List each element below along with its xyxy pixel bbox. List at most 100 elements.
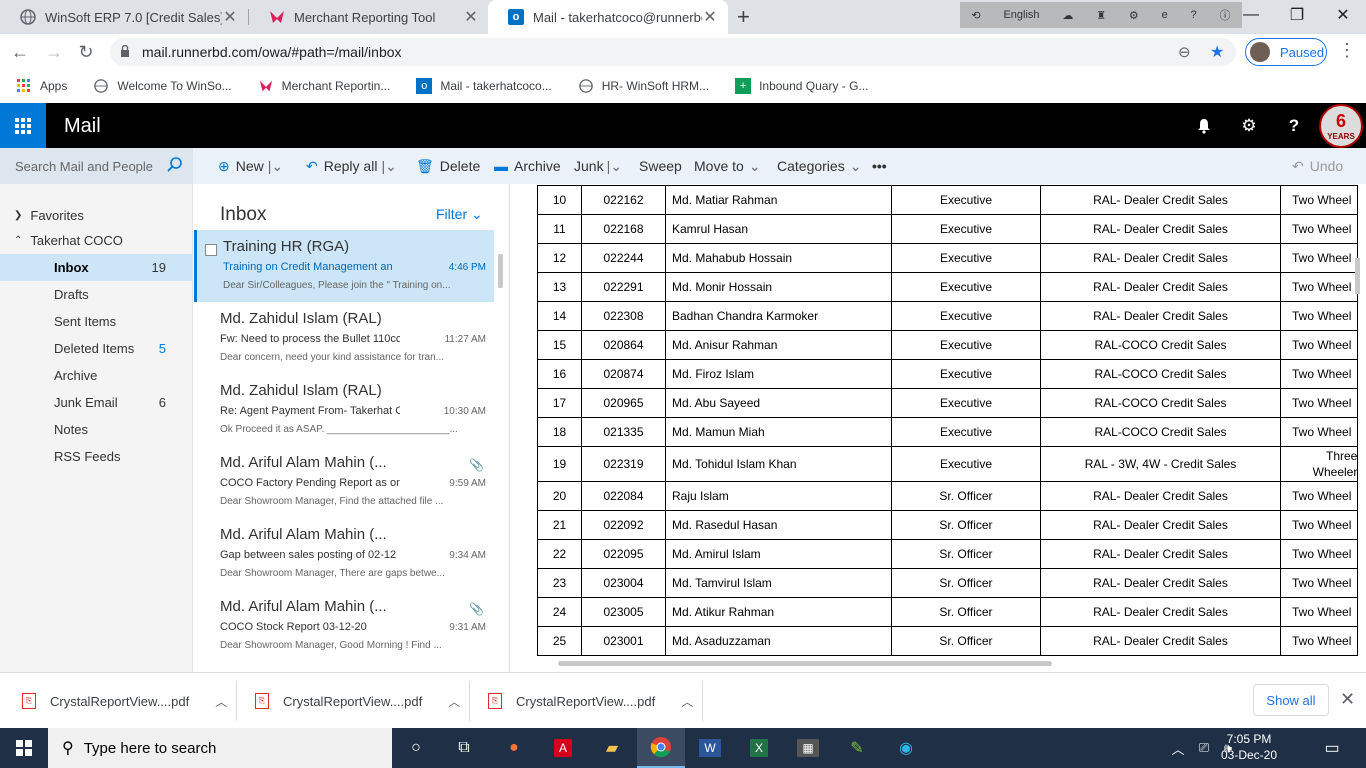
app-launcher-icon[interactable] — [0, 103, 46, 148]
chevron-up-icon[interactable]: ︿ — [215, 693, 227, 710]
url-text[interactable]: mail.runnerbd.com/owa/#path=/mail/inbox — [142, 44, 402, 60]
message-item[interactable]: Md. Ariful Alam Mahin (... 📎 COCO Stock … — [194, 590, 494, 662]
list-scrollbar[interactable] — [498, 254, 503, 288]
address-bar[interactable]: mail.runnerbd.com/owa/#path=/mail/inbox … — [110, 38, 1236, 66]
chevron-up-icon[interactable]: ︿ — [448, 693, 460, 710]
reply-all-button[interactable]: ↶ Reply all |⌄ — [306, 148, 397, 184]
taskbar-search-input[interactable]: Type here to search — [84, 740, 217, 757]
folder-deleted-items[interactable]: Deleted Items 5 — [0, 335, 192, 362]
download-item[interactable]: ⎘ CrystalReportView....pdf ︿ — [255, 687, 460, 715]
settings-gear-icon[interactable]: ⚙ — [1236, 113, 1262, 139]
minimize-window-button[interactable]: — — [1228, 0, 1274, 30]
message-item[interactable]: Md. Zahidul Islam (RAL) Fw: Need to proc… — [194, 302, 494, 374]
folder-junk-email[interactable]: Junk Email 6 — [0, 389, 192, 416]
horizontal-scrollbar[interactable] — [558, 661, 1052, 666]
account-header[interactable]: ⌃ Takerhat COCO — [0, 227, 192, 254]
excel-icon[interactable]: X — [735, 728, 783, 768]
task-view-icon[interactable]: ⧉ — [440, 728, 488, 768]
back-arrow-icon[interactable]: ← — [8, 40, 32, 64]
edge-icon[interactable]: ◉ — [882, 728, 930, 768]
taskbar-search[interactable]: ⚲ Type here to search — [48, 728, 392, 768]
user-avatar-logo[interactable]: 6 YEARS — [1319, 104, 1363, 148]
folder-rss-feeds[interactable]: RSS Feeds — [0, 443, 192, 470]
notification-bell-icon[interactable] — [1191, 113, 1217, 139]
system-clock[interactable]: 7:05 PM 03-Dec-20 — [1214, 731, 1284, 763]
new-button[interactable]: ⊕ New |⌄ — [218, 148, 283, 184]
file-explorer-icon[interactable]: ▰ — [588, 728, 636, 768]
help-icon[interactable]: ? — [1191, 9, 1197, 21]
favorites-header[interactable]: ❯ Favorites — [0, 202, 192, 229]
bookmark-hr[interactable]: HR- WinSoft HRM... — [578, 78, 709, 94]
lock-icon[interactable] — [120, 44, 130, 60]
folder-sent-items[interactable]: Sent Items — [0, 308, 192, 335]
reload-icon[interactable]: ↻ — [74, 40, 98, 64]
calculator-icon[interactable]: ▦ — [784, 728, 832, 768]
show-all-button[interactable]: Show all — [1253, 684, 1329, 716]
notepad-icon[interactable]: ✎ — [833, 728, 881, 768]
bookmark-star-icon[interactable]: ★ — [1210, 42, 1224, 62]
firefox-icon[interactable]: ● — [490, 728, 538, 768]
profile-button[interactable]: Paused — [1245, 38, 1327, 66]
cloud-icon[interactable]: ☁ — [1062, 9, 1073, 22]
folder-notes[interactable]: Notes — [0, 416, 192, 443]
message-item[interactable]: Md. Zahidul Islam (RAL) Re: Agent Paymen… — [194, 374, 494, 446]
restore-window-button[interactable]: ❐ — [1274, 0, 1320, 30]
close-tab-icon[interactable]: ✕ — [702, 7, 718, 27]
network-icon[interactable]: ⎚ — [1192, 728, 1216, 768]
archive-button[interactable]: ▬ Archive — [494, 148, 561, 184]
move-to-button[interactable]: Move to ⌄ — [694, 148, 761, 184]
show-hidden-icons-chevron[interactable]: ︿ — [1166, 728, 1190, 768]
notification-center-icon[interactable]: ▭ — [1312, 728, 1352, 768]
download-item[interactable]: ⎘ CrystalReportView....pdf ︿ — [488, 687, 693, 715]
delete-button[interactable]: 🗑 Delete — [416, 148, 480, 184]
new-tab-button[interactable]: + — [737, 4, 750, 30]
download-item[interactable]: ⎘ CrystalReportView....pdf ︿ — [22, 687, 227, 715]
message-item[interactable]: Md. Ariful Alam Mahin (... Gap between s… — [194, 518, 494, 590]
tab-merchant-reporting[interactable]: Merchant Reporting Tool ✕ — [249, 0, 489, 34]
tab-mail-active[interactable]: o Mail - takerhatcoco@runnerbd.co ✕ — [488, 0, 728, 34]
bookmark-apps[interactable]: Apps — [16, 78, 67, 94]
browser-menu-icon[interactable]: ⋮ — [1338, 40, 1356, 61]
close-icon[interactable]: ✕ — [1340, 689, 1355, 710]
folder-inbox[interactable]: Inbox 19 — [0, 254, 192, 281]
app-title[interactable]: Mail — [64, 115, 101, 138]
word-icon[interactable]: W — [686, 728, 734, 768]
language-label[interactable]: English — [1003, 9, 1039, 21]
sweep-button[interactable]: Sweep — [639, 148, 682, 184]
vertical-scrollbar[interactable] — [1355, 258, 1360, 294]
junk-button[interactable]: Junk |⌄ — [574, 148, 622, 184]
bookmark-mail[interactable]: o Mail - takerhatcoco... — [416, 78, 552, 94]
chrome-icon[interactable] — [637, 728, 685, 768]
close-tab-icon[interactable]: ✕ — [463, 7, 479, 27]
folder-archive[interactable]: Archive — [0, 362, 192, 389]
search-icon[interactable] — [167, 157, 182, 176]
chevron-up-icon[interactable]: ︿ — [681, 693, 693, 710]
search-box[interactable]: Search Mail and People — [0, 148, 193, 184]
close-window-button[interactable]: ✕ — [1320, 0, 1366, 30]
edge-icon[interactable]: e — [1162, 9, 1168, 21]
message-item[interactable]: Training HR (RGA) Training on Credit Man… — [194, 230, 494, 302]
brush-icon[interactable]: ♜ — [1096, 9, 1106, 22]
more-actions-button[interactable]: ••• — [872, 148, 887, 184]
filter-button[interactable]: Filter ⌄ — [436, 206, 483, 223]
bookmark-inbound[interactable]: + Inbound Quary - G... — [735, 78, 868, 94]
undo-button[interactable]: ↶ Undo — [1292, 148, 1343, 184]
tab-winsoft-erp[interactable]: WinSoft ERP 7.0 [Credit Sales] ✕ — [0, 0, 248, 34]
cortana-icon[interactable]: ○ — [392, 728, 440, 768]
command-bar: Search Mail and People ⊕ New |⌄ ↶ Reply all… — [0, 148, 1366, 184]
windows-start-icon[interactable] — [0, 728, 48, 768]
categories-button[interactable]: Categories ⌄ — [777, 148, 861, 184]
forward-arrow-icon[interactable]: → — [42, 40, 66, 64]
bookmark-winsoft[interactable]: Welcome To WinSo... — [93, 78, 232, 94]
language-tool-icon[interactable]: ⟲ — [971, 9, 980, 22]
folder-drafts[interactable]: Drafts — [0, 281, 192, 308]
bookmark-merchant[interactable]: Merchant Reportin... — [258, 78, 390, 94]
message-item[interactable]: Md. Ariful Alam Mahin (... 📎 COCO Factor… — [194, 446, 494, 518]
select-checkbox[interactable] — [205, 244, 217, 256]
gear-icon[interactable]: ⚙ — [1129, 9, 1139, 22]
zoom-icon[interactable]: ⊖ — [1178, 43, 1191, 61]
search-input[interactable]: Search Mail and People — [15, 159, 153, 174]
help-icon[interactable]: ? — [1281, 113, 1307, 139]
close-tab-icon[interactable]: ✕ — [222, 7, 238, 27]
acrobat-icon[interactable]: A — [539, 728, 587, 768]
